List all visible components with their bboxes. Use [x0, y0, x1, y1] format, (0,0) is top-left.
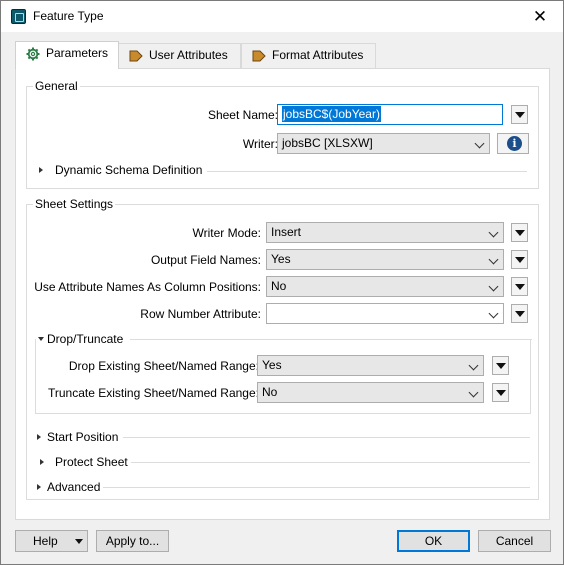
- tab-user-attributes-label: User Attributes: [149, 48, 228, 62]
- use-attr-names-menu-button[interactable]: [511, 277, 528, 296]
- sheet-name-value: jobsBC$(JobYear): [282, 106, 381, 122]
- writer-mode-value: Insert: [271, 225, 302, 239]
- sheet-settings-group-title: Sheet Settings: [33, 197, 116, 211]
- truncate-existing-select[interactable]: No: [257, 382, 484, 403]
- info-icon: i: [507, 136, 522, 151]
- tab-format-attributes[interactable]: Format Attributes: [241, 43, 376, 68]
- writer-info-button[interactable]: i: [497, 133, 529, 154]
- chevron-down-icon: [488, 281, 499, 292]
- tab-parameters[interactable]: Parameters: [15, 41, 119, 69]
- advanced-expander[interactable]: Advanced: [47, 480, 100, 494]
- separator: [103, 487, 530, 488]
- truncate-existing-label: Truncate Existing Sheet/Named Range:: [47, 386, 259, 400]
- row-number-attr-select[interactable]: [266, 303, 504, 324]
- chevron-down-icon: [468, 387, 479, 398]
- drop-existing-menu-button[interactable]: [492, 356, 509, 375]
- writer-mode-select[interactable]: Insert: [266, 222, 504, 243]
- gear-icon: [26, 47, 40, 61]
- output-field-names-menu-button[interactable]: [511, 250, 528, 269]
- drop-existing-value: Yes: [262, 358, 282, 372]
- drop-truncate-group: Drop/Truncate Drop Existing Sheet/Named …: [35, 332, 532, 414]
- writer-mode-menu-button[interactable]: [511, 223, 528, 242]
- feature-type-dialog: Feature Type ✕ Parameters User Attribute…: [0, 0, 564, 565]
- writer-value: jobsBC [XLSXW]: [282, 136, 373, 150]
- dynamic-schema-expander[interactable]: Dynamic Schema Definition: [55, 163, 202, 177]
- separator: [123, 437, 530, 438]
- sheet-name-label: Sheet Name:: [207, 108, 278, 122]
- sheet-name-menu-button[interactable]: [511, 105, 528, 124]
- writer-mode-label: Writer Mode:: [192, 226, 261, 240]
- output-field-names-label: Output Field Names:: [150, 253, 261, 267]
- parameters-panel: General Sheet Name: jobsBC$(JobYear) Wri…: [15, 68, 550, 520]
- app-icon: [11, 9, 26, 24]
- separator: [130, 339, 532, 340]
- arrow-tag-icon: [252, 50, 266, 62]
- drop-truncate-title[interactable]: Drop/Truncate: [47, 332, 123, 346]
- row-number-attr-menu-button[interactable]: [511, 304, 528, 323]
- writer-select[interactable]: jobsBC [XLSXW]: [277, 133, 490, 154]
- separator: [207, 171, 527, 172]
- chevron-down-icon: [468, 360, 479, 371]
- close-icon: ✕: [532, 7, 548, 26]
- drop-existing-select[interactable]: Yes: [257, 355, 484, 376]
- use-attr-names-label: Use Attribute Names As Column Positions:: [34, 280, 261, 294]
- chevron-down-icon: [488, 227, 499, 238]
- apply-to-label: Apply to...: [105, 534, 160, 548]
- start-position-expander[interactable]: Start Position: [47, 430, 118, 444]
- use-attr-names-value: No: [271, 279, 287, 293]
- cancel-label: Cancel: [495, 534, 534, 548]
- title-bar: Feature Type ✕: [1, 1, 563, 32]
- tab-user-attributes[interactable]: User Attributes: [118, 43, 241, 68]
- expand-right-icon[interactable]: [39, 167, 43, 173]
- cancel-button[interactable]: Cancel: [478, 530, 551, 552]
- drop-existing-label: Drop Existing Sheet/Named Range:: [68, 359, 259, 373]
- tab-parameters-label: Parameters: [46, 46, 109, 60]
- separator: [131, 462, 530, 463]
- help-button[interactable]: Help: [15, 530, 88, 552]
- expand-right-icon[interactable]: [40, 459, 44, 465]
- output-field-names-value: Yes: [271, 252, 291, 266]
- chevron-down-icon: [474, 138, 485, 149]
- truncate-existing-menu-button[interactable]: [492, 383, 509, 402]
- ok-button[interactable]: OK: [397, 530, 470, 552]
- protect-sheet-expander[interactable]: Protect Sheet: [55, 455, 128, 469]
- use-attr-names-select[interactable]: No: [266, 276, 504, 297]
- general-group-title: General: [33, 79, 80, 93]
- chevron-down-icon: [488, 254, 499, 265]
- close-button[interactable]: ✕: [517, 1, 563, 32]
- writer-label: Writer:: [242, 137, 278, 151]
- ok-label: OK: [424, 534, 443, 548]
- truncate-existing-value: No: [262, 385, 278, 399]
- output-field-names-select[interactable]: Yes: [266, 249, 504, 270]
- sheet-name-input[interactable]: jobsBC$(JobYear): [277, 104, 503, 125]
- arrow-tag-icon: [129, 50, 143, 62]
- tab-format-attributes-label: Format Attributes: [272, 48, 364, 62]
- expand-right-icon[interactable]: [37, 484, 41, 490]
- apply-to-button[interactable]: Apply to...: [96, 530, 169, 552]
- help-button-label: Help: [33, 534, 58, 548]
- sheet-settings-group: Sheet Settings Writer Mode: Insert Outpu…: [26, 197, 539, 500]
- collapse-icon[interactable]: [38, 337, 44, 341]
- chevron-down-icon: [488, 308, 499, 319]
- row-number-attr-label: Row Number Attribute:: [140, 307, 261, 321]
- expand-right-icon[interactable]: [37, 434, 41, 440]
- general-group: General Sheet Name: jobsBC$(JobYear) Wri…: [26, 79, 539, 189]
- dropdown-arrow-icon: [75, 539, 83, 544]
- window-title: Feature Type: [33, 9, 104, 23]
